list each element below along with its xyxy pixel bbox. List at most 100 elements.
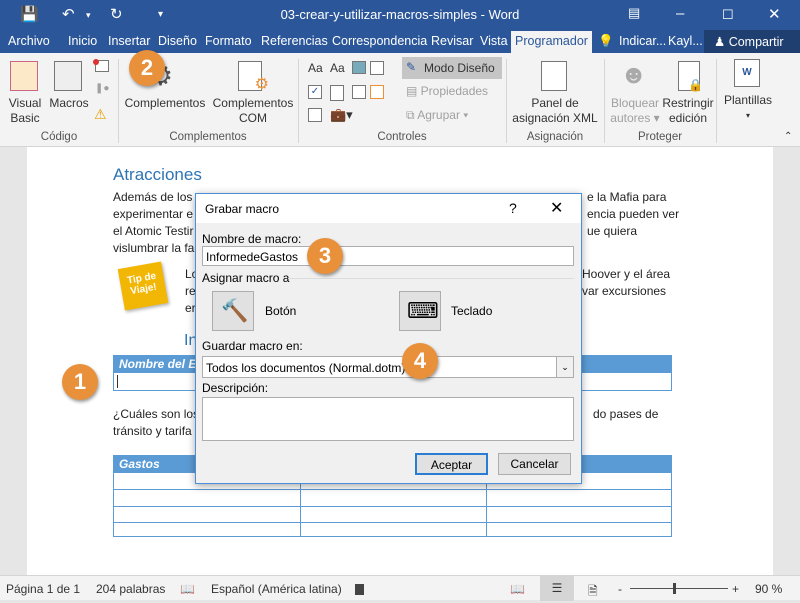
zoom-in-button[interactable]: + xyxy=(732,582,739,596)
zoom-slider[interactable] xyxy=(630,583,728,594)
group-icon: ⧉ xyxy=(406,108,418,122)
word-count[interactable]: 204 palabras xyxy=(96,582,165,596)
macro-security-icon[interactable]: ⚠ xyxy=(94,106,107,123)
combo-box-control-icon[interactable] xyxy=(330,85,344,101)
com-addins-icon: ⚙ xyxy=(238,61,269,93)
description-label: Descripción: xyxy=(202,381,269,395)
date-picker-control-icon[interactable] xyxy=(370,85,384,99)
boton-label[interactable]: Botón xyxy=(265,304,296,318)
dialog-title-bar: Grabar macro ? ✕ xyxy=(196,194,581,223)
visual-basic-icon xyxy=(10,61,38,91)
tip-de-viaje-sticker: Tip de Viaje! xyxy=(117,261,169,311)
cancelar-button[interactable]: Cancelar xyxy=(498,453,571,475)
body-text: ¿Cuáles son los xyxy=(113,407,200,421)
pause-recording-icon: ❚● xyxy=(95,83,110,94)
zoom-out-button[interactable]: - xyxy=(618,582,622,596)
read-mode-icon[interactable]: 📖 xyxy=(510,582,525,596)
store-macro-select[interactable]: Todos los documentos (Normal.dotm) ⌄ xyxy=(202,356,574,378)
bloquear-autores-button: Bloquear autores ▾ xyxy=(610,96,660,125)
body-text: do pases de xyxy=(593,407,659,421)
body-text: Además de los xyxy=(113,190,193,204)
tab-referencias[interactable]: Referencias xyxy=(261,34,328,48)
status-bar: Página 1 de 1 204 palabras 📖 Español (Am… xyxy=(0,575,800,601)
ribbon-display-icon[interactable]: ▤ xyxy=(628,5,640,21)
person-add-icon: ♟ xyxy=(714,35,729,49)
modo-diseno-button[interactable]: ✎ Modo Diseño xyxy=(402,57,502,79)
keyboard-icon: ⌨ xyxy=(407,298,439,323)
assign-button-option[interactable]: 🔨 xyxy=(212,291,254,331)
hammer-icon: 🔨 xyxy=(221,298,249,323)
minimize-icon[interactable]: – xyxy=(676,5,684,22)
tab-inicio[interactable]: Inicio xyxy=(68,34,97,48)
dropdown-list-control-icon[interactable] xyxy=(352,85,366,99)
body-text: Hoover y el área xyxy=(582,267,671,281)
tab-vista[interactable]: Vista xyxy=(480,34,508,48)
description-input[interactable] xyxy=(202,397,574,441)
macro-name-label: Nombre de macro: xyxy=(202,232,302,246)
panel-asignacion-xml-button[interactable]: Panel de asignación XML xyxy=(506,96,604,126)
tab-revisar[interactable]: Revisar xyxy=(431,34,473,48)
tell-me-icon: 💡 xyxy=(598,34,614,48)
tab-insertar[interactable]: Insertar xyxy=(108,34,150,48)
group-label-complementos: Complementos xyxy=(169,131,247,143)
tell-me-search[interactable]: Indicar... xyxy=(619,34,666,48)
tab-programador[interactable]: Programador xyxy=(511,31,592,53)
macros-button[interactable]: Macros xyxy=(46,96,92,111)
group-label-controles: Controles xyxy=(377,131,427,143)
complementos-com-button[interactable]: Complementos COM xyxy=(208,96,298,126)
language[interactable]: Español (América latina) xyxy=(211,582,342,596)
tab-correspondencia[interactable]: Correspondencia xyxy=(332,34,427,48)
share-button[interactable]: ♟ Compartir xyxy=(704,30,800,53)
help-button[interactable]: ? xyxy=(509,200,517,216)
macro-name-input[interactable]: InformedeGastos xyxy=(202,246,574,266)
print-layout-icon[interactable]: ☰ xyxy=(540,576,574,601)
tab-formato[interactable]: Formato xyxy=(205,34,252,48)
complementos-button[interactable]: Complementos xyxy=(122,96,208,111)
record-macro-icon[interactable] xyxy=(93,59,109,72)
collapse-ribbon-icon[interactable]: ⌃ xyxy=(784,131,792,142)
building-block-control-icon[interactable] xyxy=(370,61,384,75)
maximize-icon[interactable]: ☐ xyxy=(722,7,734,23)
grabar-macro-dialog: Grabar macro ? ✕ Nombre de macro: Inform… xyxy=(195,193,582,484)
restringir-edicion-button[interactable]: Restringir edición xyxy=(662,96,714,126)
aceptar-button[interactable]: Aceptar xyxy=(415,453,488,475)
proofing-icon[interactable]: 📖 xyxy=(180,582,195,596)
picture-control-icon[interactable] xyxy=(352,61,366,74)
xml-mapping-icon xyxy=(541,61,567,91)
teclado-label[interactable]: Teclado xyxy=(451,304,492,318)
close-icon[interactable]: ✕ xyxy=(768,5,781,23)
agrupar-button: ⧉ Agrupar ▾ xyxy=(406,108,469,122)
heading-atracciones: Atracciones xyxy=(113,165,202,184)
repeating-section-icon[interactable]: 💼▾ xyxy=(330,107,353,123)
assign-keyboard-option[interactable]: ⌨ xyxy=(399,291,441,331)
ribbon: VisualBasic Macros ❚● ⚠ Código ⚙ Complem… xyxy=(0,53,800,147)
dialog-title: Grabar macro xyxy=(205,202,280,216)
rich-text-control-icon[interactable]: Aa xyxy=(308,61,323,75)
group-label-codigo: Código xyxy=(40,131,78,143)
page-count[interactable]: Página 1 de 1 xyxy=(6,582,80,596)
callout-3: 3 xyxy=(307,238,343,274)
legacy-tools-icon[interactable] xyxy=(308,108,322,122)
body-text: experimentar e xyxy=(113,207,194,221)
tab-diseno[interactable]: Diseño xyxy=(158,34,197,48)
store-macro-label: Guardar macro en: xyxy=(202,339,303,353)
templates-icon: W xyxy=(734,59,760,87)
tab-archivo[interactable]: Archivo xyxy=(8,34,50,48)
chevron-down-icon[interactable]: ⌄ xyxy=(556,357,573,377)
checkbox-control-icon[interactable]: ✓ xyxy=(308,85,322,99)
callout-1: 1 xyxy=(62,364,98,400)
body-text: ue quiera xyxy=(587,224,638,238)
callout-4: 4 xyxy=(402,343,438,379)
visual-basic-button[interactable]: Visual Basic xyxy=(4,96,46,126)
plantillas-button[interactable]: Plantillas ▾ xyxy=(720,93,776,123)
zoom-level[interactable]: 90 % xyxy=(755,582,782,596)
plain-text-control-icon[interactable]: Aa xyxy=(330,61,345,75)
user-name[interactable]: Kayl... xyxy=(668,34,703,48)
zoom-slider-thumb[interactable] xyxy=(673,583,676,594)
divider xyxy=(288,278,574,279)
macro-recording-icon[interactable] xyxy=(355,584,364,595)
title-bar: 💾 ↶ ▾ ↻ ▾ 03-crear-y-utilizar-macros-sim… xyxy=(0,0,800,30)
callout-2: 2 xyxy=(129,50,165,86)
restrict-editing-icon: 🔒 xyxy=(678,61,703,92)
dialog-close-icon[interactable]: ✕ xyxy=(550,198,563,218)
